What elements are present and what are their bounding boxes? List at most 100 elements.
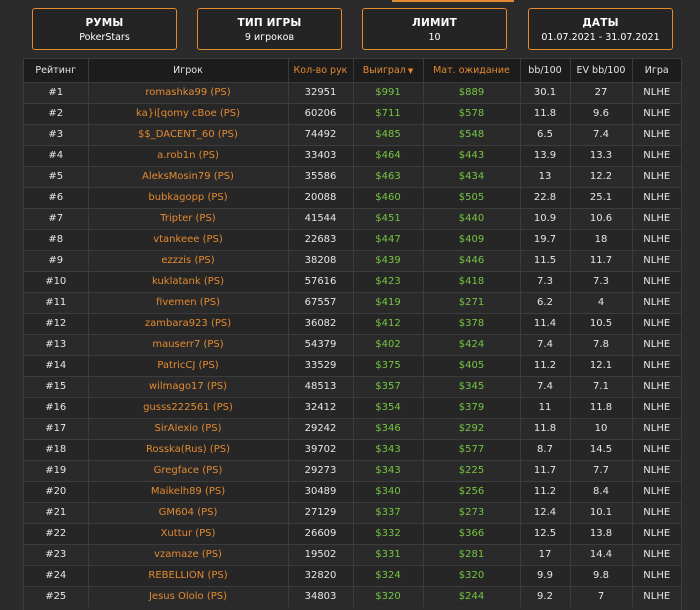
player-link[interactable]: SirAlexio (PS) [88, 417, 289, 439]
player-link[interactable]: vtankeee (PS) [88, 228, 289, 250]
player-link[interactable]: wilmago17 (PS) [88, 375, 289, 397]
filter-dates-title: ДАТЫ [582, 17, 619, 29]
player-link[interactable]: mauserr7 (PS) [88, 333, 289, 355]
table-row: #9 ezzzis (PS) 38208 $439 $446 11.5 11.7 NLHE [24, 249, 681, 271]
filter-limit-button[interactable]: ЛИМИТ 10 [362, 8, 507, 50]
player-link[interactable]: fivemen (PS) [88, 291, 289, 313]
player-link[interactable]: Tripter (PS) [88, 207, 289, 229]
header-won[interactable]: Выиграл ▼ [353, 59, 424, 82]
player-link[interactable]: kuklatank (PS) [88, 270, 289, 292]
rank-cell: #8 [24, 228, 89, 250]
ev-bb100-cell: 27 [570, 81, 633, 103]
ev-cell: $548 [423, 123, 521, 145]
ev-cell: $889 [423, 81, 521, 103]
bb100-cell: 13 [520, 165, 571, 187]
bb100-cell: 12.5 [520, 522, 571, 544]
ev-cell: $446 [423, 249, 521, 271]
ev-bb100-cell: 4 [570, 291, 633, 313]
filter-bar: РУМЫ PokerStars ТИП ИГРЫ 9 игроков ЛИМИТ… [0, 8, 700, 52]
game-cell: NLHE [632, 564, 681, 586]
table-row: #8 vtankeee (PS) 22683 $447 $409 19.7 18 NLHE [24, 228, 681, 250]
bb100-cell: 22.8 [520, 186, 571, 208]
header-ev[interactable]: Мат. ожидание [423, 59, 521, 82]
won-cell: $337 [353, 501, 424, 523]
rank-cell: #22 [24, 522, 89, 544]
bb100-cell: 9.9 [520, 564, 571, 586]
player-link[interactable]: Rosska(Rus) (PS) [88, 438, 289, 460]
hands-cell: 74492 [288, 123, 354, 145]
hands-cell: 38208 [288, 249, 354, 271]
won-cell: $419 [353, 291, 424, 313]
hands-cell: 30489 [288, 480, 354, 502]
player-link[interactable]: romashka99 (PS) [88, 81, 289, 103]
game-cell: NLHE [632, 459, 681, 481]
game-cell: NLHE [632, 249, 681, 271]
won-cell: $346 [353, 417, 424, 439]
rank-cell: #13 [24, 333, 89, 355]
ev-cell: $281 [423, 543, 521, 565]
ev-cell: $434 [423, 165, 521, 187]
ev-bb100-cell: 25.1 [570, 186, 633, 208]
won-cell: $412 [353, 312, 424, 334]
rank-cell: #18 [24, 438, 89, 460]
player-link[interactable]: ka}i[qomy cBoe (PS) [88, 102, 289, 124]
hands-cell: 29273 [288, 459, 354, 481]
player-link[interactable]: Gregface (PS) [88, 459, 289, 481]
won-cell: $439 [353, 249, 424, 271]
table-row: #10 kuklatank (PS) 57616 $423 $418 7.3 7.3 NLHE [24, 270, 681, 292]
filter-game-type-button[interactable]: ТИП ИГРЫ 9 игроков [197, 8, 342, 50]
game-cell: NLHE [632, 543, 681, 565]
game-cell: NLHE [632, 480, 681, 502]
table-row: #23 vzamaze (PS) 19502 $331 $281 17 14.4 NLHE [24, 543, 681, 565]
player-link[interactable]: ezzzis (PS) [88, 249, 289, 271]
filter-dates-value: 01.07.2021 - 31.07.2021 [541, 32, 660, 43]
filter-rooms-button[interactable]: РУМЫ PokerStars [32, 8, 177, 50]
rank-cell: #2 [24, 102, 89, 124]
ev-bb100-cell: 7.4 [570, 123, 633, 145]
header-bb100[interactable]: bb/100 [520, 59, 571, 82]
active-tab-indicator [392, 0, 514, 2]
hands-cell: 32412 [288, 396, 354, 418]
hands-cell: 36082 [288, 312, 354, 334]
player-link[interactable]: $$_DACENT_60 (PS) [88, 123, 289, 145]
hands-cell: 67557 [288, 291, 354, 313]
player-link[interactable]: Maikelh89 (PS) [88, 480, 289, 502]
player-link[interactable]: bubkagopp (PS) [88, 186, 289, 208]
player-link[interactable]: Jesus Ololo (PS) [88, 585, 289, 607]
player-link[interactable]: a.rob1n (PS) [88, 144, 289, 166]
header-hands[interactable]: Кол-во рук [288, 59, 354, 82]
header-game[interactable]: Игра [632, 59, 681, 82]
won-cell: $463 [353, 165, 424, 187]
bb100-cell: 9.2 [520, 585, 571, 607]
bb100-cell: 11.7 [520, 459, 571, 481]
rank-cell: #9 [24, 249, 89, 271]
player-link[interactable]: REBELLION (PS) [88, 564, 289, 586]
rank-cell: #4 [24, 144, 89, 166]
rank-cell: #25 [24, 585, 89, 607]
player-link[interactable]: zambara923 (PS) [88, 312, 289, 334]
game-cell: NLHE [632, 102, 681, 124]
header-rank[interactable]: Рейтинг [24, 59, 89, 82]
ev-bb100-cell: 7.3 [570, 270, 633, 292]
sort-desc-icon: ▼ [407, 66, 414, 75]
won-cell: $331 [353, 543, 424, 565]
player-link[interactable]: AleksMosin79 (PS) [88, 165, 289, 187]
player-link[interactable]: GM604 (PS) [88, 501, 289, 523]
table-row: #14 PatricCJ (PS) 33529 $375 $405 11.2 12.1 NLH… [24, 354, 681, 376]
player-link[interactable]: PatricCJ (PS) [88, 354, 289, 376]
bb100-cell: 11 [520, 396, 571, 418]
player-link[interactable]: gusss222561 (PS) [88, 396, 289, 418]
rank-cell: #7 [24, 207, 89, 229]
player-link[interactable]: vzamaze (PS) [88, 543, 289, 565]
ev-cell: $378 [423, 312, 521, 334]
filter-dates-button[interactable]: ДАТЫ 01.07.2021 - 31.07.2021 [528, 8, 673, 50]
won-cell: $460 [353, 186, 424, 208]
player-link[interactable]: Xuttur (PS) [88, 522, 289, 544]
rank-cell: #16 [24, 396, 89, 418]
hands-cell: 35586 [288, 165, 354, 187]
ev-cell: $292 [423, 417, 521, 439]
ev-cell: $443 [423, 144, 521, 166]
header-ev-bb100[interactable]: EV bb/100 [570, 59, 633, 82]
won-cell: $324 [353, 564, 424, 586]
header-player[interactable]: Игрок [88, 59, 289, 82]
